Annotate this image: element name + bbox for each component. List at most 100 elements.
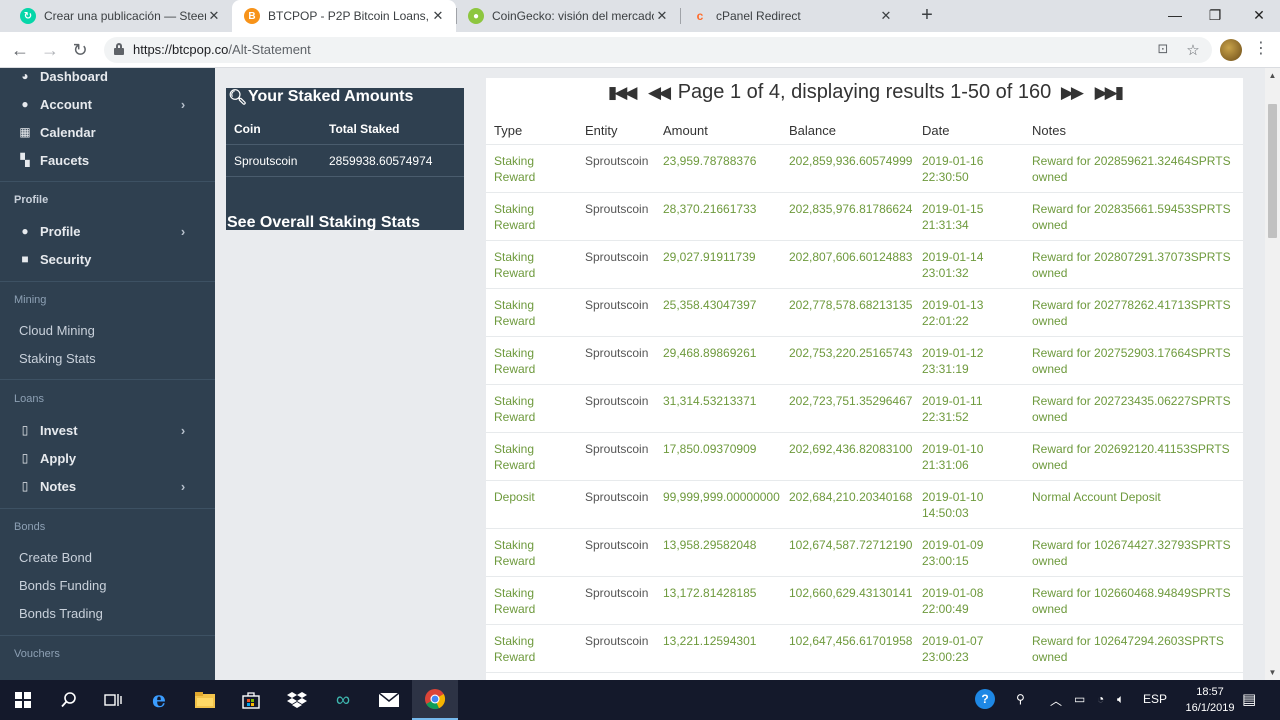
page-scrollbar[interactable]: ▲ ▼ bbox=[1265, 68, 1280, 680]
close-tab-icon[interactable]: ✕ bbox=[654, 8, 670, 24]
cell-type: Staking Reward bbox=[494, 297, 535, 329]
table-row: Staking Reward Sproutscoin 13,172.81428185 1… bbox=[486, 577, 1243, 625]
sidebar-divider bbox=[0, 508, 215, 509]
menu-kebab-icon[interactable]: ⋮ bbox=[1253, 38, 1269, 62]
pagination-text: Page 1 of 4, displaying results 1-50 of … bbox=[677, 81, 1052, 103]
user-icon: ● bbox=[21, 97, 29, 111]
sidebar-item-notes[interactable]: ▯ Notes › bbox=[0, 472, 215, 500]
edge-browser-icon[interactable]: e bbox=[136, 680, 182, 720]
cell-date: 2019-01-11 22:31:52 bbox=[922, 393, 983, 425]
forward-button[interactable]: → bbox=[38, 38, 62, 62]
store-icon[interactable] bbox=[228, 680, 274, 720]
file-icon: ▯ bbox=[21, 423, 29, 437]
cell-line: 2019-01-14 bbox=[922, 250, 984, 264]
cell-line: 23:00:23 bbox=[922, 650, 969, 664]
cell-date: 2019-01-07 23:00:23 bbox=[922, 633, 983, 665]
people-icon[interactable]: ⚲ bbox=[1016, 692, 1025, 706]
file-explorer-icon[interactable] bbox=[182, 680, 228, 720]
cell-line: 2019-01-11 bbox=[922, 394, 983, 408]
cell-line: Staking bbox=[494, 298, 535, 312]
scroll-down-icon[interactable]: ▼ bbox=[1265, 665, 1280, 680]
cell-line: owned bbox=[1032, 602, 1068, 616]
new-tab-button[interactable]: + bbox=[915, 4, 939, 28]
cell-notes: Reward for 102674427.32793SPRTS owned bbox=[1032, 537, 1231, 569]
tab-coingecko[interactable]: ● CoinGecko: visión del mercado a ✕ bbox=[456, 0, 680, 32]
sidebar-item-cloud-mining[interactable]: Cloud Mining bbox=[0, 316, 215, 344]
dropbox-icon[interactable] bbox=[274, 680, 320, 720]
cell-entity: Sproutscoin bbox=[585, 586, 649, 600]
tab-btcpop[interactable]: B BTCPOP - P2P Bitcoin Loans, Alt C ✕ bbox=[232, 0, 456, 32]
help-icon[interactable]: ? bbox=[975, 689, 995, 709]
wifi-icon[interactable]: ◔ bbox=[1097, 692, 1104, 706]
bookmark-star-icon[interactable]: ☆ bbox=[1184, 41, 1202, 59]
maximize-button[interactable]: ❐ bbox=[1192, 0, 1238, 32]
arduino-icon[interactable]: ∞ bbox=[320, 680, 366, 720]
cell-date: 2019-01-09 23:00:15 bbox=[922, 537, 983, 569]
clock[interactable]: 18:57 16/1/2019 bbox=[1185, 684, 1235, 716]
cell-entity: Sproutscoin bbox=[585, 202, 649, 216]
sidebar-item-dashboard[interactable]: ◕ Dashboard bbox=[0, 68, 215, 90]
sidebar-item-account[interactable]: ● Account › bbox=[0, 90, 215, 118]
close-tab-icon[interactable]: ✕ bbox=[206, 8, 222, 24]
translate-icon[interactable]: ⊡ bbox=[1154, 41, 1172, 59]
chrome-icon[interactable] bbox=[412, 680, 458, 720]
close-tab-icon[interactable]: ✕ bbox=[430, 8, 446, 24]
sidebar-item-bonds-trading[interactable]: Bonds Trading bbox=[0, 599, 215, 627]
close-window-button[interactable]: ✕ bbox=[1236, 0, 1280, 32]
sidebar-heading-bonds: Bonds bbox=[14, 521, 46, 533]
faucet-icon: ▚ bbox=[20, 153, 30, 167]
cell-line: 23:00:15 bbox=[922, 554, 969, 568]
sidebar-item-create-bond[interactable]: Create Bond bbox=[0, 543, 215, 571]
sidebar-item-label: Create Bond bbox=[19, 549, 92, 565]
sidebar-item-calendar[interactable]: ▦ Calendar bbox=[0, 118, 215, 146]
cell-line: owned bbox=[1032, 170, 1068, 184]
sidebar-item-security[interactable]: ■ Security bbox=[0, 245, 215, 273]
tab-cpanel[interactable]: c cPanel Redirect ✕ bbox=[680, 0, 904, 32]
mail-icon[interactable] bbox=[366, 680, 412, 720]
sidebar-item-apply[interactable]: ▯ Apply bbox=[0, 444, 215, 472]
cell-date: 2019-01-16 22:30:50 bbox=[922, 153, 983, 185]
sidebar-item-faucets[interactable]: ▚ Faucets bbox=[0, 146, 215, 174]
profile-avatar[interactable] bbox=[1220, 39, 1242, 61]
cell-line: Staking bbox=[494, 394, 535, 408]
language-indicator[interactable]: ESP bbox=[1143, 692, 1167, 706]
scrollbar-thumb[interactable] bbox=[1268, 104, 1277, 238]
back-button[interactable]: ← bbox=[8, 38, 32, 62]
prev-page-icon[interactable]: ◀◀ bbox=[648, 83, 671, 102]
task-view-icon[interactable] bbox=[90, 680, 136, 720]
overall-staking-stats-link[interactable]: See Overall Staking Stats bbox=[227, 214, 420, 232]
cell-notes: Reward for 202807291.37073SPRTS owned bbox=[1032, 249, 1231, 281]
cell-line: 22:01:22 bbox=[922, 314, 969, 328]
close-tab-icon[interactable]: ✕ bbox=[878, 8, 894, 24]
scroll-up-icon[interactable]: ▲ bbox=[1265, 68, 1280, 83]
address-bar[interactable]: https://btcpop.co/Alt-Statement ⊡ ☆ bbox=[104, 37, 1212, 63]
notifications-icon[interactable]: ▤ bbox=[1242, 690, 1256, 708]
cell-balance: 202,723,751.35296467 bbox=[789, 394, 913, 408]
show-hidden-icons-icon[interactable]: ︿ bbox=[1050, 692, 1062, 709]
sidebar-item-staking-stats[interactable]: Staking Stats bbox=[0, 344, 215, 372]
cell-entity: Sproutscoin bbox=[585, 250, 649, 264]
sidebar-item-label: Apply bbox=[40, 450, 77, 466]
cell-balance: 202,778,578.68213135 bbox=[789, 298, 913, 312]
sidebar-item-invest[interactable]: ▯ Invest › bbox=[0, 416, 215, 444]
sidebar-item-profile[interactable]: ● Profile › bbox=[0, 217, 215, 245]
cell-line: Reward bbox=[494, 170, 536, 184]
cell-line: 22:00:49 bbox=[922, 602, 969, 616]
cell-line: Reward for 202752903.17664SPRTS bbox=[1032, 346, 1231, 360]
battery-icon[interactable]: ▭ bbox=[1074, 692, 1085, 706]
url-text: https://btcpop.co/Alt-Statement bbox=[133, 42, 311, 57]
table-row: Staking Reward Sproutscoin 23,959.78788376 2… bbox=[486, 145, 1243, 193]
first-page-icon[interactable]: ▮◀◀ bbox=[608, 83, 637, 102]
tab-steemit[interactable]: ↻ Crear una publicación — Steemit ✕ bbox=[8, 0, 232, 32]
windows-start-icon[interactable] bbox=[0, 680, 46, 720]
cell-line: Reward bbox=[494, 650, 536, 664]
volume-icon[interactable]: 🔈︎ bbox=[1117, 692, 1124, 707]
cell-line: 22:31:52 bbox=[922, 410, 969, 424]
search-icon[interactable] bbox=[46, 680, 92, 720]
sidebar-item-bonds-funding[interactable]: Bonds Funding bbox=[0, 571, 215, 599]
next-page-icon[interactable]: ▶▶ bbox=[1061, 83, 1084, 102]
cell-line: owned bbox=[1032, 266, 1068, 280]
cell-notes: Normal Account Deposit bbox=[1032, 489, 1161, 505]
reload-button[interactable]: ↻ bbox=[68, 38, 92, 62]
last-page-icon[interactable]: ▶▶▮ bbox=[1095, 83, 1124, 102]
